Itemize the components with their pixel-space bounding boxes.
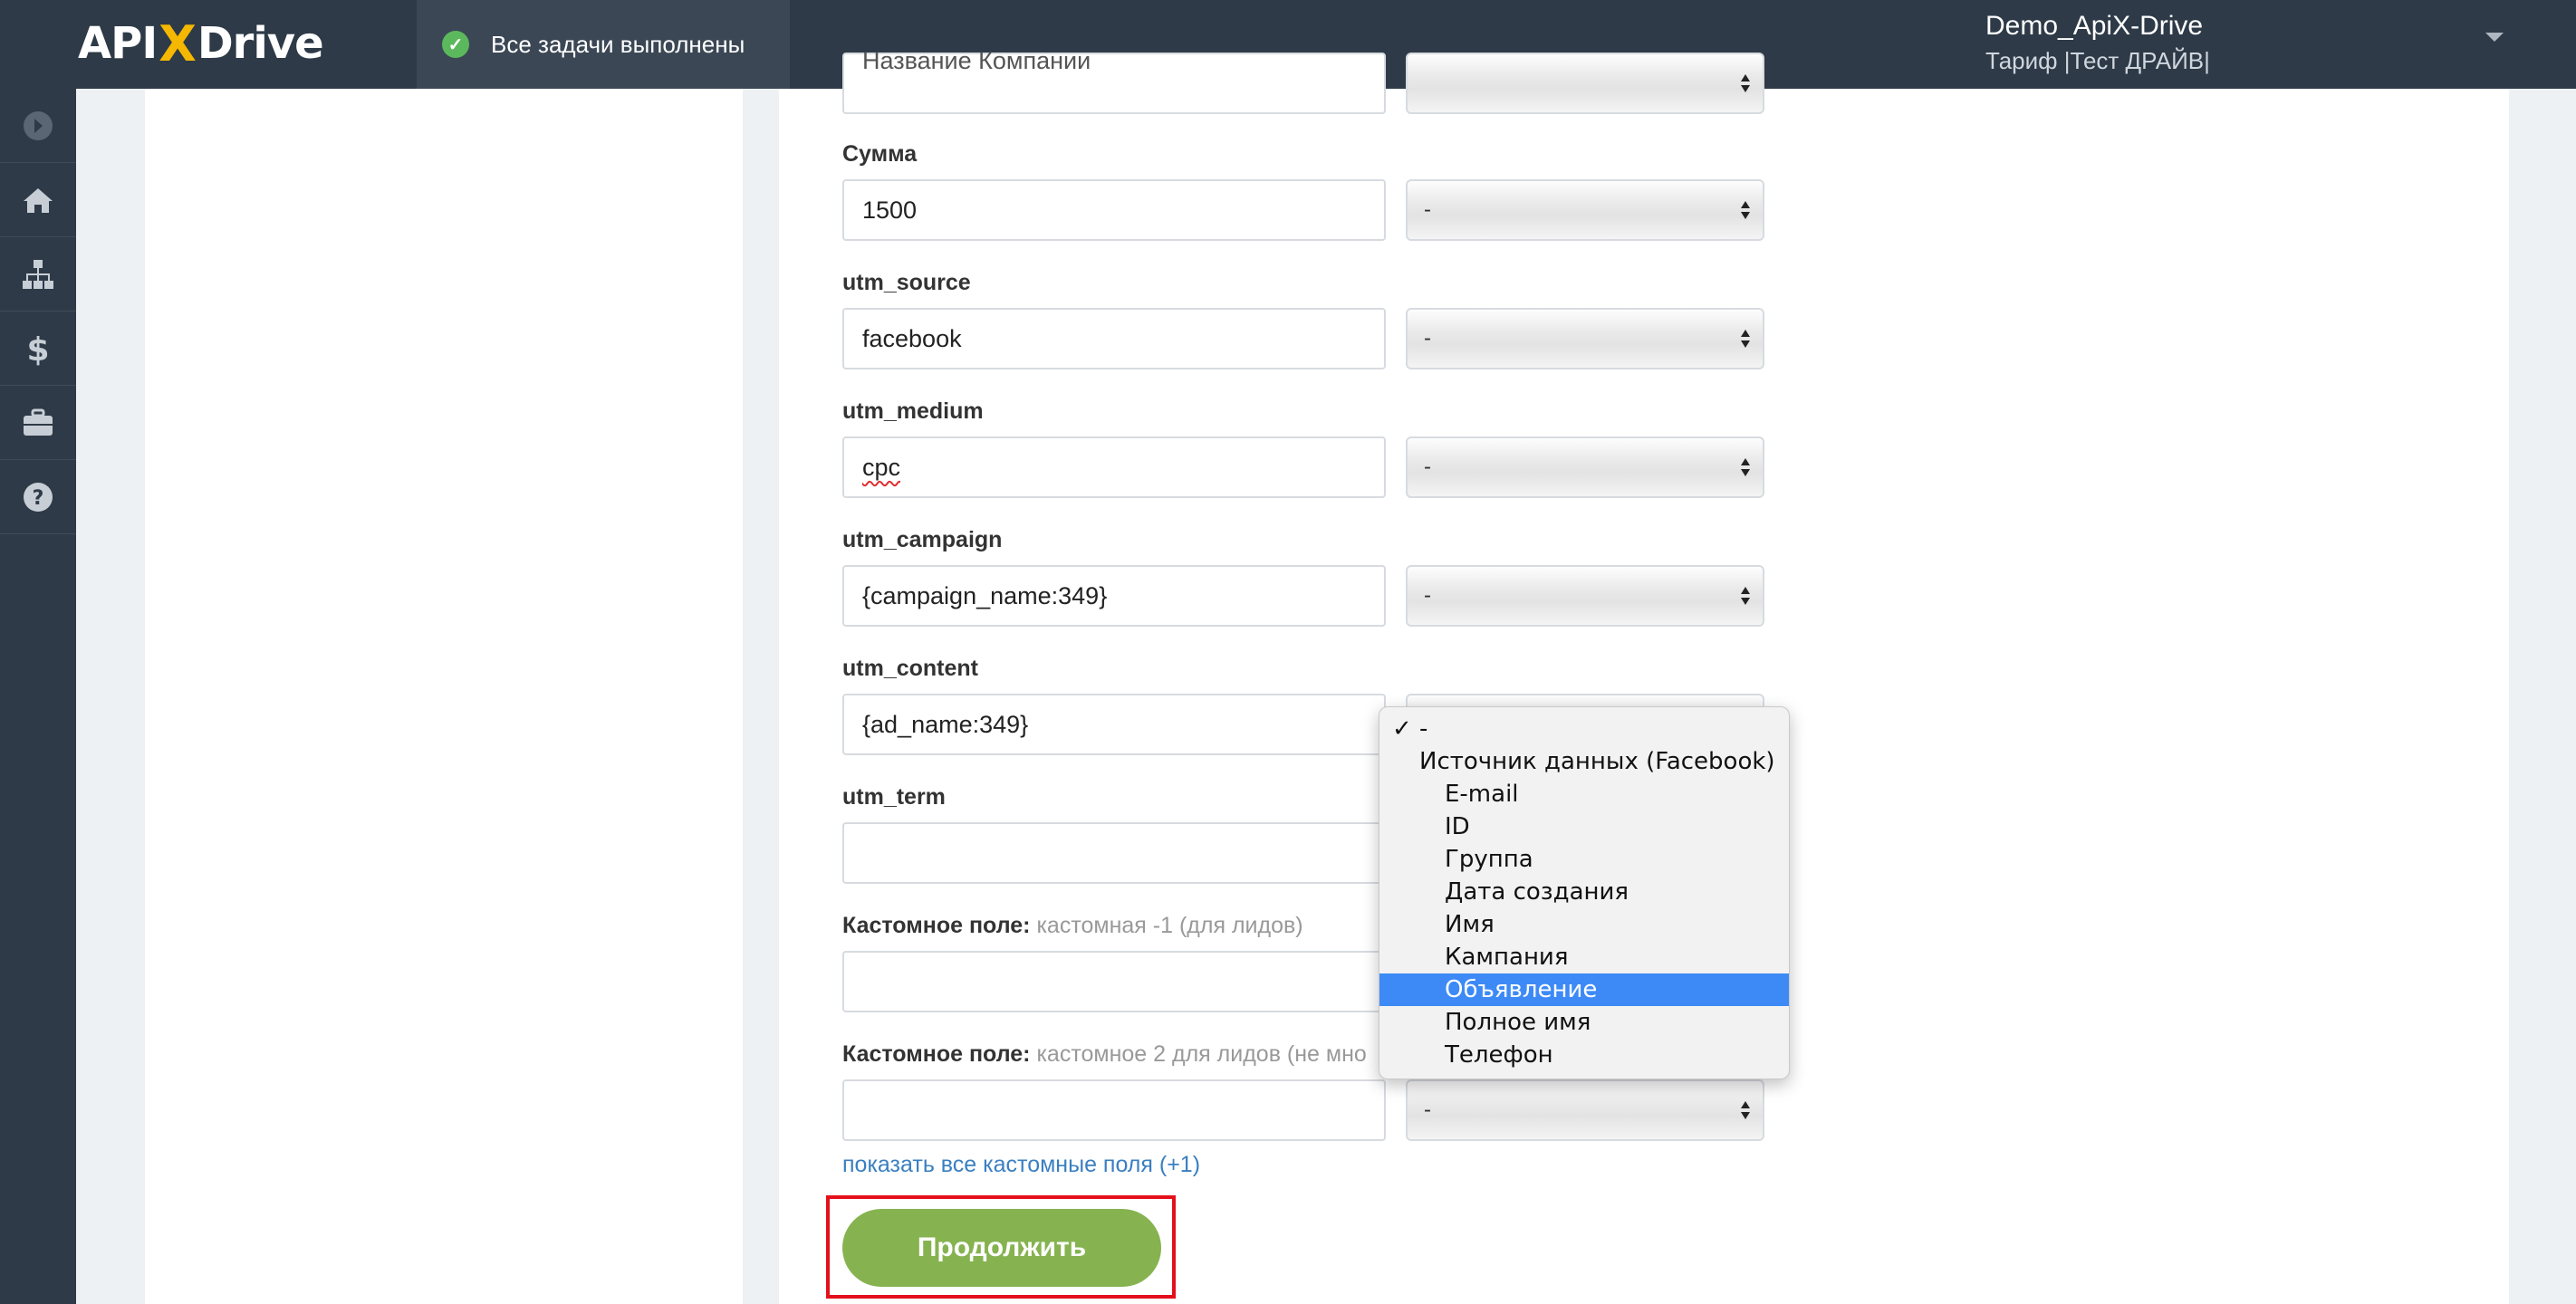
logo-drive: Drive <box>197 18 324 69</box>
dollar-icon: $ <box>26 331 49 367</box>
field-label-utm-campaign: utm_campaign <box>842 527 1003 552</box>
sidebar-item-connections[interactable] <box>0 237 76 312</box>
utm-medium-select-value: - <box>1424 455 1431 479</box>
logo-x: X <box>159 14 197 72</box>
help-icon: ? <box>24 482 53 512</box>
utm-campaign-select-value: - <box>1424 583 1431 608</box>
dropdown-group-label: Источник данных (Facebook) <box>1419 748 1775 775</box>
field-label-utm-term: utm_term <box>842 784 946 810</box>
custom-1-label: Кастомное поле: <box>842 913 1031 938</box>
field-label-amount: Сумма <box>842 141 918 167</box>
show-all-custom-fields-link[interactable]: показать все кастомные поля (+1) <box>842 1152 1200 1178</box>
field-label-custom-2: Кастомное поле: кастомное 2 для лидов (н… <box>842 1041 1386 1068</box>
utm-content-input[interactable]: {ad_name:349} <box>842 694 1386 755</box>
continue-button[interactable]: Продолжить <box>842 1209 1161 1287</box>
dropdown-option-empty[interactable]: ✓ - <box>1379 713 1789 745</box>
dropdown-option[interactable]: Группа <box>1379 843 1789 876</box>
company-name-select[interactable] <box>1406 53 1764 114</box>
amount-input[interactable]: 1500 <box>842 179 1386 241</box>
logo-api: API <box>78 18 158 69</box>
custom-2-input[interactable] <box>842 1079 1386 1141</box>
select-arrows-icon <box>1741 585 1750 610</box>
field-label-utm-source: utm_source <box>842 270 971 295</box>
select-arrows-icon <box>1741 1099 1750 1125</box>
briefcase-icon <box>24 408 53 436</box>
select-arrows-icon <box>1741 456 1750 482</box>
user-plan: Тариф |Тест ДРАЙВ| <box>1985 47 2210 74</box>
amount-select[interactable]: - <box>1406 179 1764 241</box>
utm-medium-select[interactable]: - <box>1406 436 1764 498</box>
sidebar-item-billing[interactable]: $ <box>0 312 76 386</box>
user-name: Demo_ApiX-Drive <box>1985 11 2204 41</box>
checkmark-icon: ✓ <box>1392 715 1412 743</box>
utm-source-input[interactable]: facebook <box>842 308 1386 369</box>
dropdown-option[interactable]: Полное имя <box>1379 1006 1789 1039</box>
select-arrows-icon <box>1741 328 1750 353</box>
check-circle-icon: ✓ <box>442 31 469 58</box>
utm-content-dropdown[interactable]: ✓ - Источник данных (Facebook) E-mail ID … <box>1379 706 1790 1079</box>
dropdown-option[interactable]: Телефон <box>1379 1039 1789 1071</box>
sidebar-item-home[interactable] <box>0 163 76 237</box>
utm-source-select[interactable]: - <box>1406 308 1764 369</box>
custom-1-input[interactable] <box>842 951 1386 1012</box>
custom-2-select[interactable]: - <box>1406 1079 1764 1141</box>
dropdown-option-empty-label: - <box>1419 715 1428 743</box>
custom-1-hint: кастомная -1 (для лидов) <box>1036 913 1303 938</box>
left-panel <box>145 89 743 1304</box>
dropdown-option[interactable]: E-mail <box>1379 778 1789 810</box>
dropdown-option-highlighted[interactable]: Объявление <box>1379 973 1789 1006</box>
custom-2-hint: кастомное 2 для лидов (не мно <box>1036 1041 1367 1067</box>
dropdown-option[interactable]: Кампания <box>1379 941 1789 973</box>
chevron-down-icon[interactable] <box>2485 33 2504 42</box>
custom-2-label: Кастомное поле: <box>842 1041 1031 1067</box>
utm-term-input[interactable] <box>842 822 1386 884</box>
utm-campaign-input[interactable]: {campaign_name:349} <box>842 565 1386 627</box>
amount-select-value: - <box>1424 197 1431 222</box>
task-status-text: Все задачи выполнены <box>491 30 745 58</box>
utm-medium-value: cpc <box>862 453 901 481</box>
select-arrows-icon <box>1741 72 1750 98</box>
utm-source-select-value: - <box>1424 326 1431 350</box>
sidebar-item-tools[interactable] <box>0 386 76 460</box>
user-menu[interactable]: Demo_ApiX-Drive Тариф |Тест ДРАЙВ| <box>1985 11 2210 75</box>
arrow-circle-icon <box>24 110 53 140</box>
select-arrows-icon <box>1741 199 1750 225</box>
home-icon <box>24 187 53 213</box>
field-label-custom-1: Кастомное поле: кастомная -1 (для лидов) <box>842 913 1303 939</box>
company-name-input[interactable]: Название Компании <box>842 47 1386 114</box>
dropdown-option[interactable]: ID <box>1379 810 1789 843</box>
task-status[interactable]: ✓ Все задачи выполнены <box>417 0 790 89</box>
field-label-utm-content: utm_content <box>842 656 978 681</box>
sidebar-item-collapse[interactable] <box>0 89 76 163</box>
utm-campaign-select[interactable]: - <box>1406 565 1764 627</box>
dropdown-option[interactable]: Имя <box>1379 908 1789 941</box>
logo[interactable]: API X Drive <box>78 14 324 72</box>
utm-medium-input[interactable]: cpc <box>842 436 1386 498</box>
dropdown-option[interactable]: Дата создания <box>1379 876 1789 908</box>
sitemap-icon <box>23 259 53 289</box>
svg-text:?: ? <box>33 487 44 510</box>
svg-text:$: $ <box>26 331 49 367</box>
field-label-utm-medium: utm_medium <box>842 398 984 424</box>
custom-2-select-value: - <box>1424 1098 1431 1122</box>
sidebar: $ ? <box>0 89 76 1304</box>
sidebar-item-help[interactable]: ? <box>0 460 76 534</box>
